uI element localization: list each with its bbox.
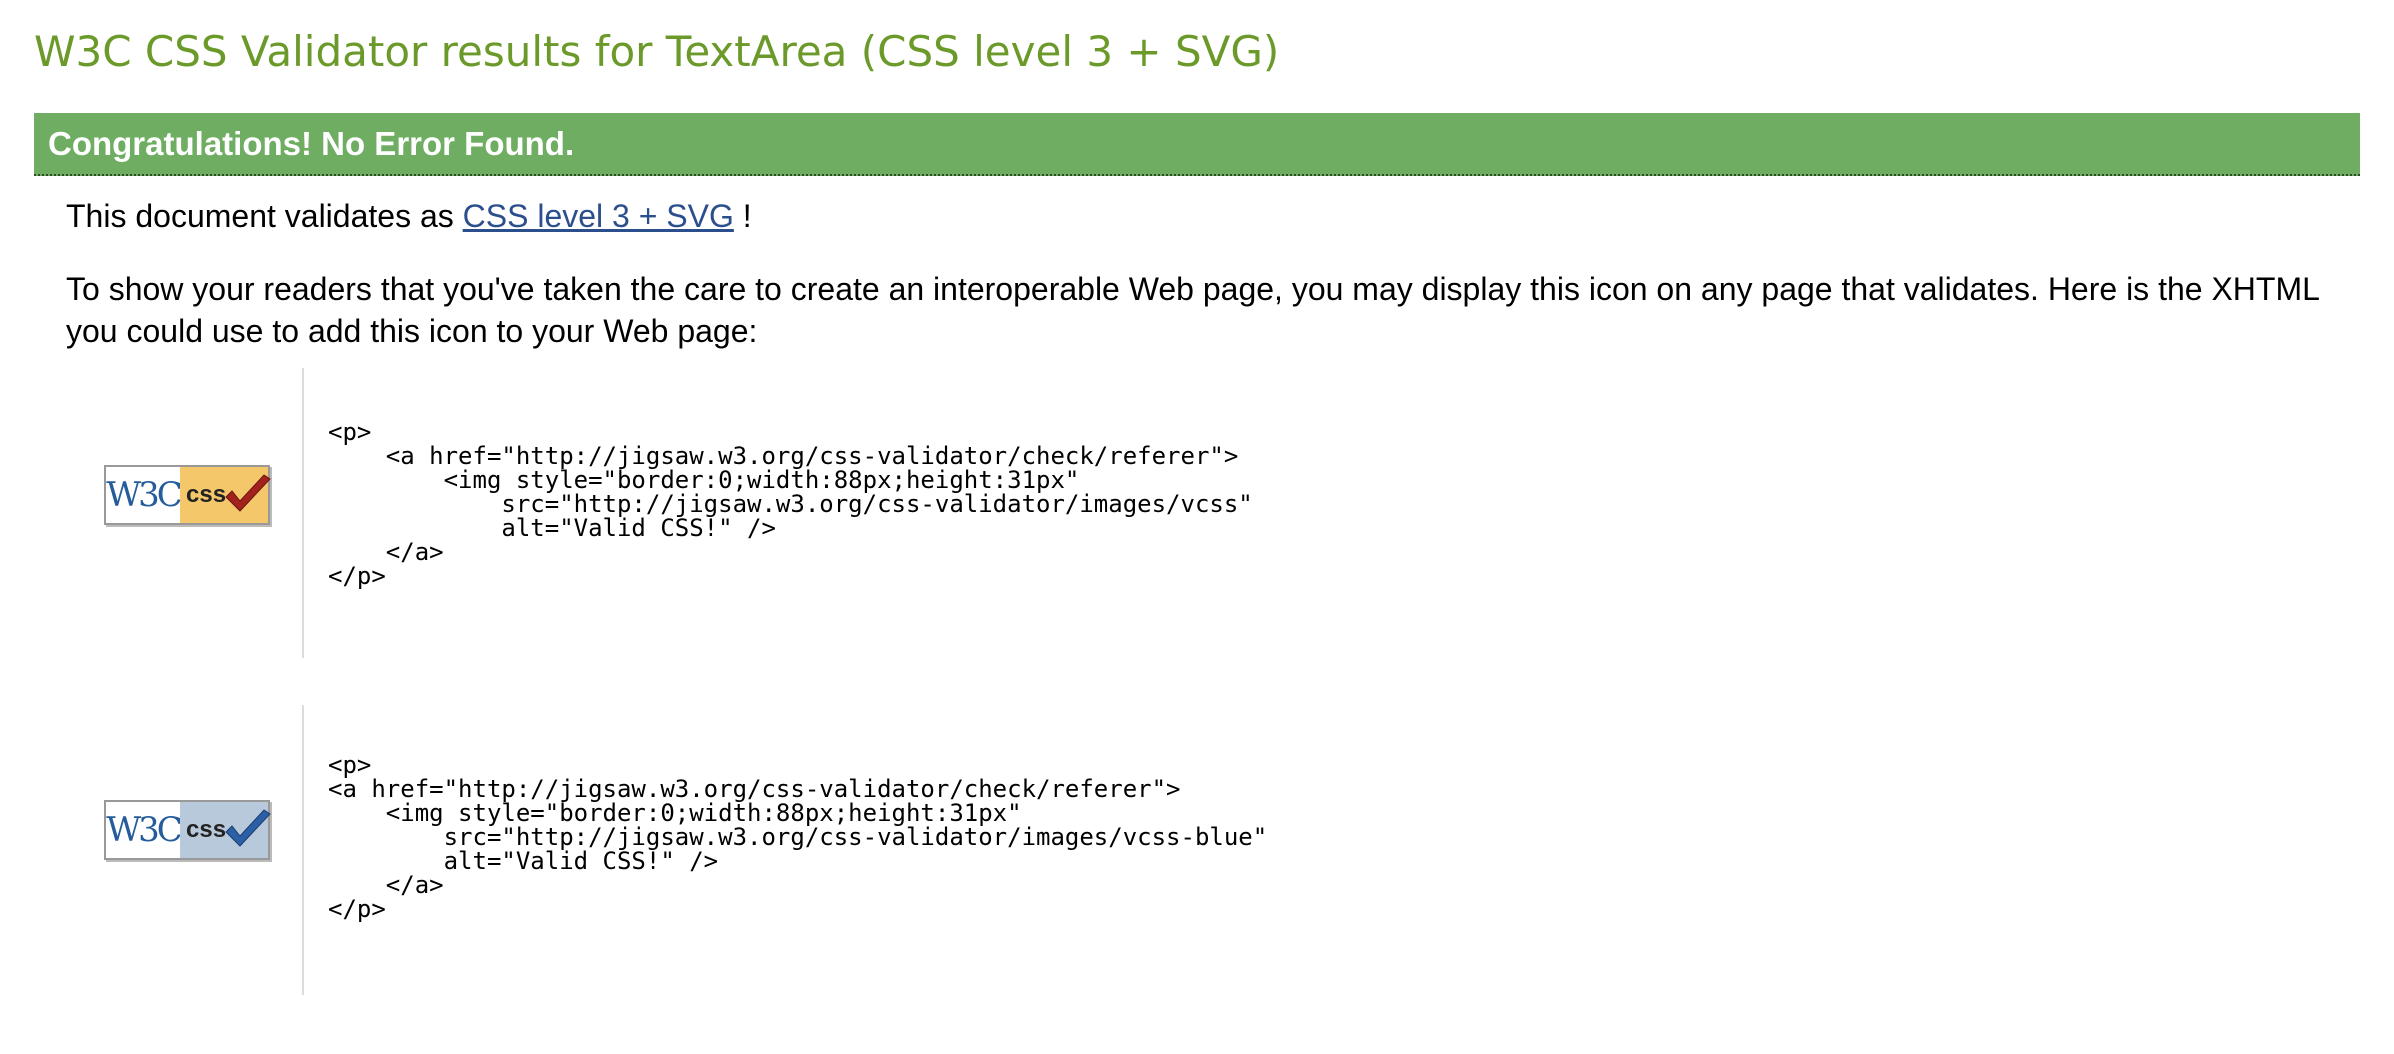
w3c-logo-text: W3C	[106, 802, 183, 858]
validates-prefix: This document validates as	[66, 198, 454, 234]
badge-code-snippet: <p> <a href="http://jigsaw.w3.org/css-va…	[328, 418, 1253, 590]
checkmark-icon	[225, 474, 271, 512]
badge-code-snippet: <p> <a href="http://jigsaw.w3.org/css-va…	[328, 751, 1268, 923]
page-title: W3C CSS Validator results for TextArea (…	[34, 27, 1280, 76]
validates-suffix: !	[733, 198, 752, 234]
validates-statement: This document validates as CSS level 3 +…	[66, 196, 752, 236]
divider	[302, 705, 304, 995]
badge-cell: W3C css	[104, 465, 274, 529]
checkmark-icon	[225, 809, 271, 847]
valid-css-blue-badge-icon: W3C css	[104, 800, 271, 860]
css-profile-link[interactable]: CSS level 3 + SVG	[463, 198, 734, 234]
success-banner: Congratulations! No Error Found.	[34, 113, 2360, 176]
icon-block-blue: W3C css <p> <a href="http://jigsaw.w3.or…	[34, 705, 1267, 995]
icon-info-paragraph: To show your readers that you've taken t…	[66, 271, 2319, 349]
success-message: Congratulations! No Error Found.	[48, 125, 575, 162]
badge-cell: W3C css	[104, 800, 274, 864]
w3c-logo-text: W3C	[106, 467, 183, 523]
icon-block-gold: W3C css <p> <a href="http://jigsaw.w3.or…	[34, 368, 1253, 658]
valid-css-gold-badge-icon: W3C css	[104, 465, 271, 525]
divider	[302, 368, 304, 658]
